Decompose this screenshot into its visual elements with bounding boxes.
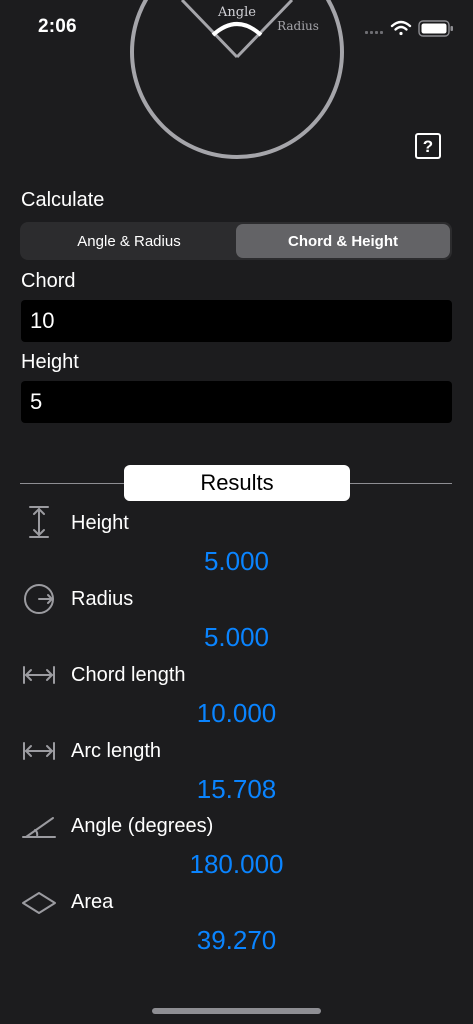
calculate-label: Calculate bbox=[21, 189, 105, 211]
app-screen: 2:06 Angle Radius ? Calculate Angle & Ra bbox=[0, 0, 473, 1024]
status-time: 2:06 bbox=[38, 16, 77, 37]
result-value-radius: 5.000 bbox=[203, 622, 270, 652]
result-value-chord-length: 10.000 bbox=[196, 698, 277, 728]
help-button[interactable]: ? bbox=[415, 133, 441, 159]
diagram-angle-label: Angle bbox=[217, 5, 256, 20]
result-value-arc-length: 15.708 bbox=[196, 774, 277, 804]
home-indicator[interactable] bbox=[152, 1008, 321, 1014]
diagram-angle-arc bbox=[211, 22, 263, 37]
result-label-radius: Radius bbox=[71, 588, 134, 610]
radius-circle-icon bbox=[24, 584, 54, 614]
vertical-arrows-icon bbox=[29, 506, 49, 538]
result-value-area: 39.270 bbox=[196, 925, 277, 955]
arc-span-icon bbox=[23, 742, 55, 760]
chord-input[interactable]: 10 bbox=[21, 300, 452, 342]
battery-icon bbox=[418, 20, 453, 37]
angle-icon bbox=[22, 817, 56, 838]
result-label-angle: Angle (degrees) bbox=[71, 815, 214, 837]
result-label-area: Area bbox=[71, 891, 114, 913]
segment-angle-radius[interactable]: Angle & Radius bbox=[22, 224, 236, 258]
result-label-chord-length: Chord length bbox=[71, 664, 186, 686]
calculate-mode-segmented-control: Angle & Radius Chord & Height bbox=[20, 222, 452, 260]
result-value-angle: 180.000 bbox=[189, 849, 284, 879]
result-label-height: Height bbox=[71, 512, 129, 534]
segment-diagram: Angle Radius bbox=[130, 0, 344, 159]
diagram-radius-label: Radius bbox=[277, 19, 319, 33]
horizontal-span-icon bbox=[23, 666, 55, 684]
height-input[interactable]: 5 bbox=[21, 381, 452, 423]
status-icons bbox=[365, 20, 453, 37]
diamond-area-icon bbox=[22, 892, 56, 914]
result-label-arc-length: Arc length bbox=[71, 740, 162, 762]
segment-chord-height[interactable]: Chord & Height bbox=[236, 224, 450, 258]
wifi-icon bbox=[390, 20, 412, 36]
height-input-label: Height bbox=[21, 351, 79, 373]
signal-icon bbox=[365, 31, 383, 34]
results-title: Results bbox=[124, 465, 350, 501]
chord-label: Chord bbox=[21, 270, 76, 292]
result-value-height: 5.000 bbox=[203, 546, 270, 576]
